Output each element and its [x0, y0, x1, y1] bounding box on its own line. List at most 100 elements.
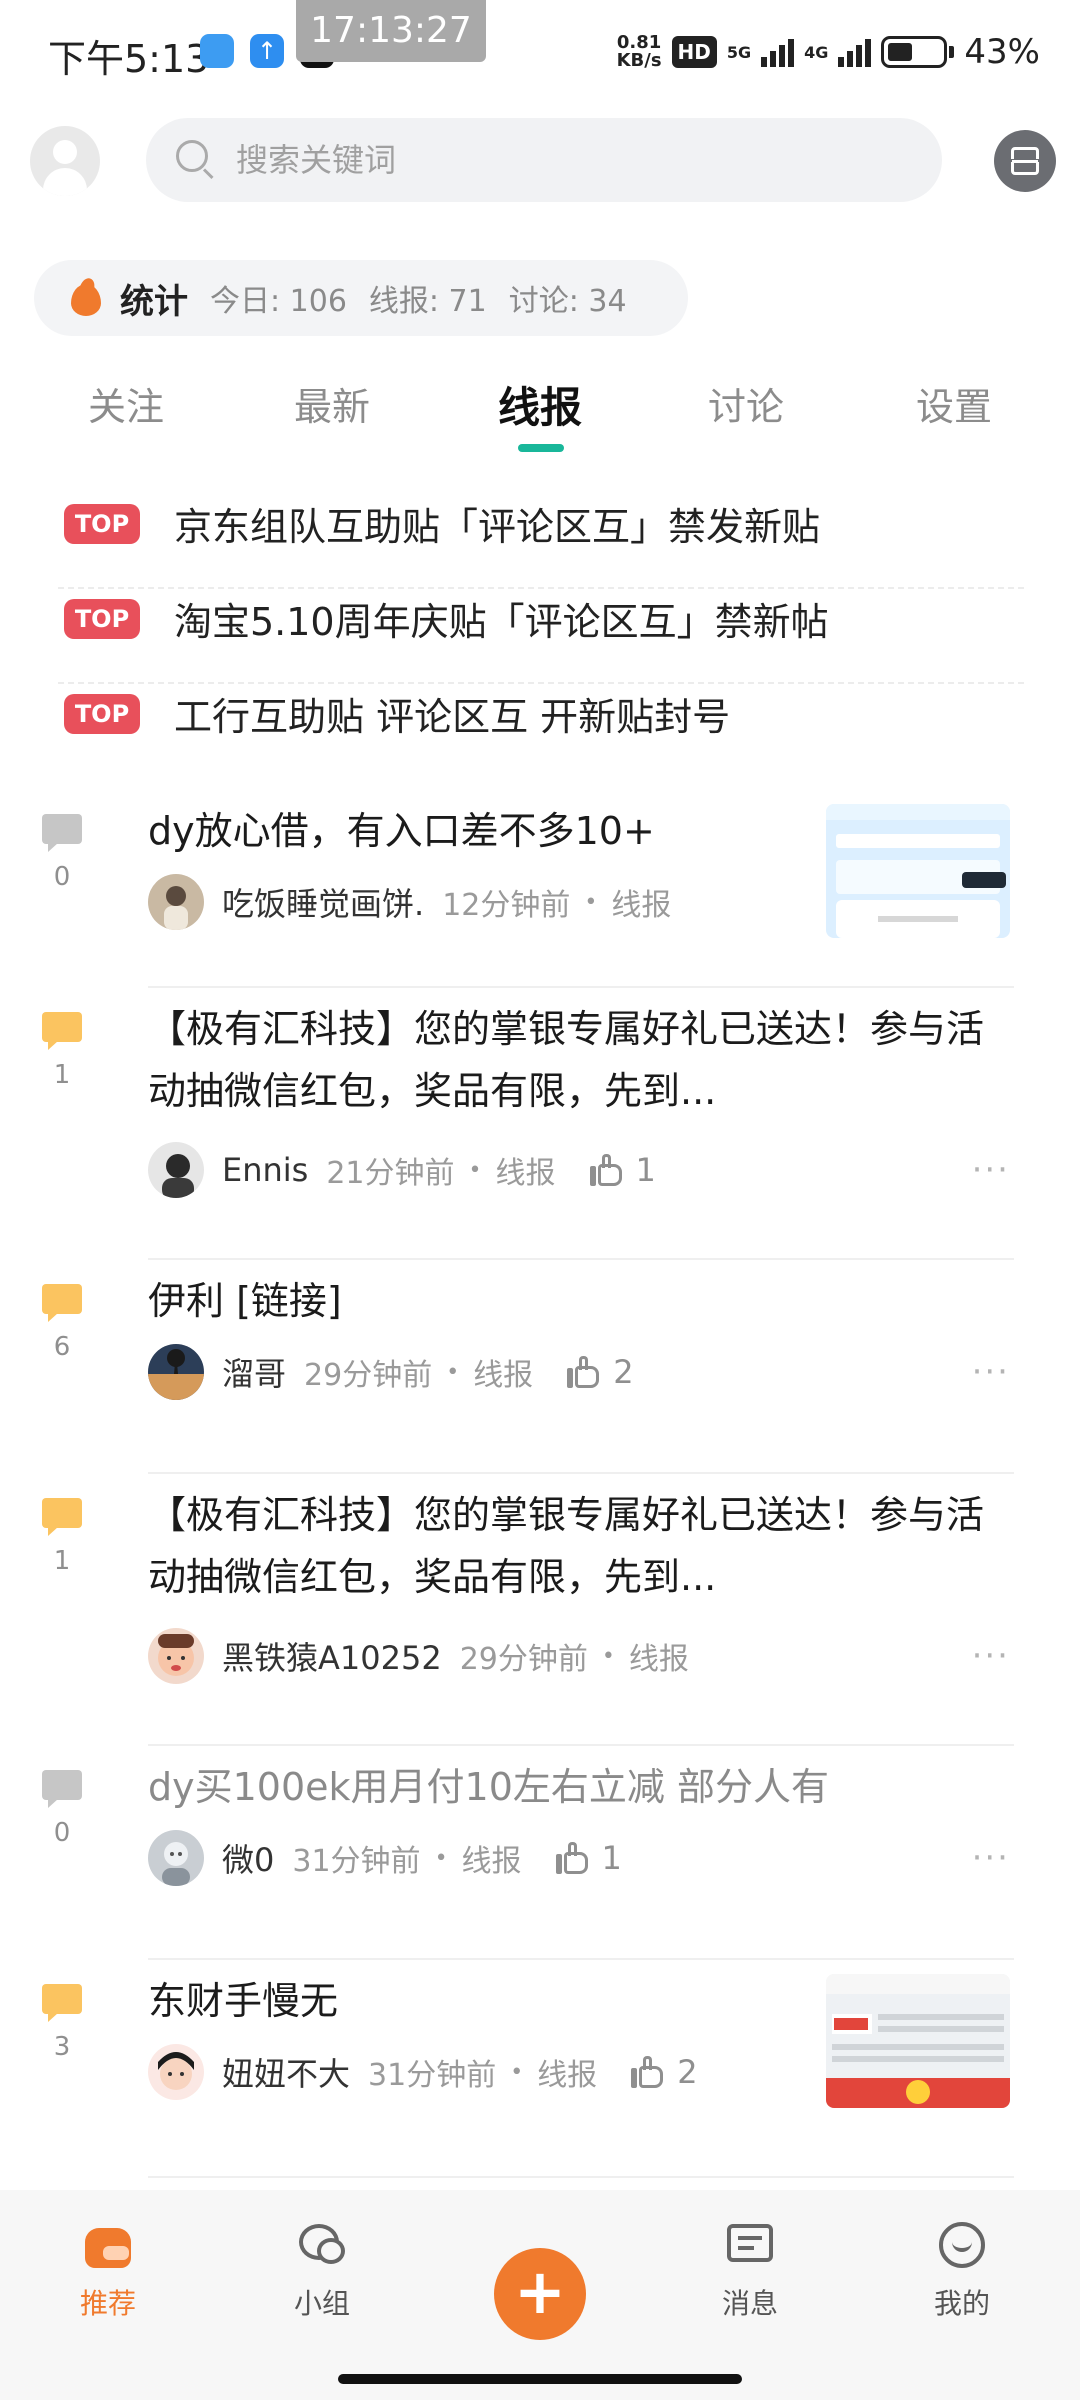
nav-group-label: 小组 — [293, 2287, 350, 2320]
home-indicator[interactable] — [338, 2374, 742, 2384]
tab-xianbao[interactable]: 线报 — [460, 374, 620, 435]
app-screen: 下午5:13 ↑ ♪ 17:13:27 0.81 KB/s HD 5G 4G 4… — [0, 0, 1080, 2400]
tab-discuss[interactable]: 讨论 — [666, 376, 826, 431]
post-time: 12分钟前 — [442, 888, 571, 923]
author-avatar[interactable] — [148, 1830, 204, 1886]
pinned-item[interactable]: TOP 京东组队互助贴「评论区互」禁发新贴 — [58, 494, 1024, 589]
clock-chip: 17:13:27 — [296, 0, 486, 62]
post-item[interactable]: 1 【极有汇科技】您的掌银专属好礼已送达！参与活动抽微信红包，奖品有限，先到..… — [42, 1474, 1014, 1746]
stats-title: 统计 — [120, 281, 188, 322]
author-avatar[interactable] — [148, 874, 204, 930]
upload-app-icon: ↑ — [250, 34, 284, 68]
pinned-item[interactable]: TOP 工行互助贴 评论区互 开新贴封号 — [58, 684, 1024, 779]
pinned-item[interactable]: TOP 淘宝5.10周年庆贴「评论区互」禁新帖 — [58, 589, 1024, 684]
search-bar[interactable] — [146, 118, 942, 202]
post-title: 【极有汇科技】您的掌银专属好礼已送达！参与活动抽微信红包，奖品有限，先到... — [148, 1493, 985, 1599]
post-category: 线报 — [611, 888, 672, 923]
fire-icon — [68, 276, 104, 318]
more-options-icon[interactable]: ··· — [972, 1838, 1010, 1878]
author-avatar[interactable] — [148, 1344, 204, 1400]
post-title: 伊利 [链接] — [148, 1279, 342, 1323]
reply-count: 3 — [53, 2032, 71, 2062]
meta-separator: • — [434, 1845, 448, 1871]
post-item[interactable]: 6 伊利 [链接] 溜哥 29分钟前 • 线报 2 ··· — [42, 1260, 1014, 1474]
post-time: 31分钟前 — [292, 1844, 421, 1879]
meta-separator: • — [601, 1643, 615, 1669]
pinned-list: TOP 京东组队互助贴「评论区互」禁发新贴 TOP 淘宝5.10周年庆贴「评论区… — [58, 494, 1024, 779]
author-name[interactable]: 溜哥 — [222, 1349, 286, 1395]
comment-icon — [42, 1770, 82, 1808]
search-input[interactable] — [236, 141, 876, 179]
post-time: 31分钟前 — [368, 2058, 497, 2093]
author-avatar[interactable] — [148, 1142, 204, 1198]
author-name[interactable]: 黑铁猿A10252 — [222, 1633, 442, 1679]
scan-icon[interactable] — [994, 130, 1056, 192]
like-button[interactable]: 2 — [567, 1353, 634, 1391]
new-post-button[interactable]: + — [494, 2248, 586, 2340]
network-speed: 0.81 KB/s — [617, 34, 662, 70]
author-avatar[interactable] — [148, 2044, 204, 2100]
reply-indicator: 0 — [40, 1770, 84, 1848]
comment-icon — [42, 1284, 82, 1322]
meta-separator: • — [468, 1157, 482, 1183]
status-time: 下午5:13 — [48, 37, 210, 81]
top-badge: TOP — [64, 694, 140, 734]
like-count: 1 — [601, 1839, 622, 1877]
like-button[interactable]: 2 — [631, 2053, 698, 2091]
comment-icon — [42, 814, 82, 852]
reply-indicator: 1 — [40, 1012, 84, 1090]
nav-me[interactable]: 我的 — [892, 2218, 1032, 2322]
nav-home[interactable]: 推荐 — [38, 2218, 178, 2322]
nav-home-label: 推荐 — [79, 2287, 136, 2320]
post-title: 东财手慢无 — [148, 1979, 339, 2023]
post-time: 21分钟前 — [326, 1156, 455, 1191]
author-avatar[interactable] — [148, 1628, 204, 1684]
top-badge: TOP — [64, 599, 140, 639]
tab-settings[interactable]: 设置 — [874, 376, 1034, 431]
pinned-title: 京东组队互助贴「评论区互」禁发新贴 — [174, 505, 821, 549]
stats-xianbao: 线报: 71 — [368, 284, 487, 319]
top-badge: TOP — [64, 504, 140, 544]
post-item[interactable]: 0 dy买100ek用月付10左右立减 部分人有 微0 31分钟前 • 线报 1… — [42, 1746, 1014, 1960]
post-meta: 微0 31分钟前 • 线报 1 ··· — [148, 1818, 1014, 1898]
post-category: 线报 — [461, 1844, 522, 1879]
more-options-icon[interactable]: ··· — [972, 1352, 1010, 1392]
post-category: 线报 — [473, 1358, 534, 1393]
post-item[interactable]: 3 东财手慢无 妞妞不大 31分钟前 • 线报 2 — [42, 1960, 1014, 2178]
reply-indicator: 0 — [40, 814, 84, 892]
author-name[interactable]: 吃饭睡觉画饼. — [222, 879, 424, 925]
post-item[interactable]: 1 【极有汇科技】您的掌银专属好礼已送达！参与活动抽微信红包，奖品有限，先到..… — [42, 988, 1014, 1260]
thumbs-up-icon — [567, 1356, 601, 1388]
tab-latest[interactable]: 最新 — [252, 376, 412, 431]
speed-unit: KB/s — [616, 50, 662, 71]
nav-messages-label: 消息 — [721, 2287, 778, 2320]
nav-messages[interactable]: 消息 — [680, 2218, 820, 2322]
comment-icon — [42, 1012, 82, 1050]
post-meta: 溜哥 29分钟前 • 线报 2 ··· — [148, 1332, 1014, 1412]
author-name[interactable]: 微0 — [222, 1835, 274, 1881]
thumbs-up-icon — [631, 2056, 665, 2088]
like-count: 2 — [613, 1353, 634, 1391]
tab-active-indicator — [518, 444, 564, 452]
author-name[interactable]: 妞妞不大 — [222, 2049, 350, 2095]
post-meta: 黑铁猿A10252 29分钟前 • 线报 ··· — [148, 1616, 1014, 1696]
more-options-icon[interactable]: ··· — [972, 1636, 1010, 1676]
stats-pill[interactable]: 统计 今日: 106 线报: 71 讨论: 34 — [34, 260, 688, 336]
nav-group[interactable]: 小组 — [252, 2218, 392, 2322]
more-options-icon[interactable]: ··· — [972, 1150, 1010, 1190]
stats-today: 今日: 106 — [210, 284, 347, 319]
tab-follow[interactable]: 关注 — [46, 376, 206, 431]
reply-indicator: 3 — [40, 1984, 84, 2062]
post-thumbnail[interactable] — [826, 804, 1010, 938]
hd-badge: HD — [671, 36, 717, 68]
like-count: 2 — [677, 2053, 698, 2091]
group-chat-icon — [295, 2218, 349, 2272]
author-name[interactable]: Ennis — [222, 1151, 308, 1189]
post-time: 29分钟前 — [459, 1642, 588, 1677]
post-title: 【极有汇科技】您的掌银专属好礼已送达！参与活动抽微信红包，奖品有限，先到... — [148, 1007, 985, 1113]
user-avatar[interactable] — [30, 126, 100, 196]
like-button[interactable]: 1 — [555, 1839, 622, 1877]
post-item[interactable]: 0 dy放心借，有入口差不多10+ 吃饭睡觉画饼. 12分钟前 • 线报 — [42, 790, 1014, 988]
like-button[interactable]: 1 — [589, 1151, 656, 1189]
post-thumbnail[interactable] — [826, 1974, 1010, 2108]
